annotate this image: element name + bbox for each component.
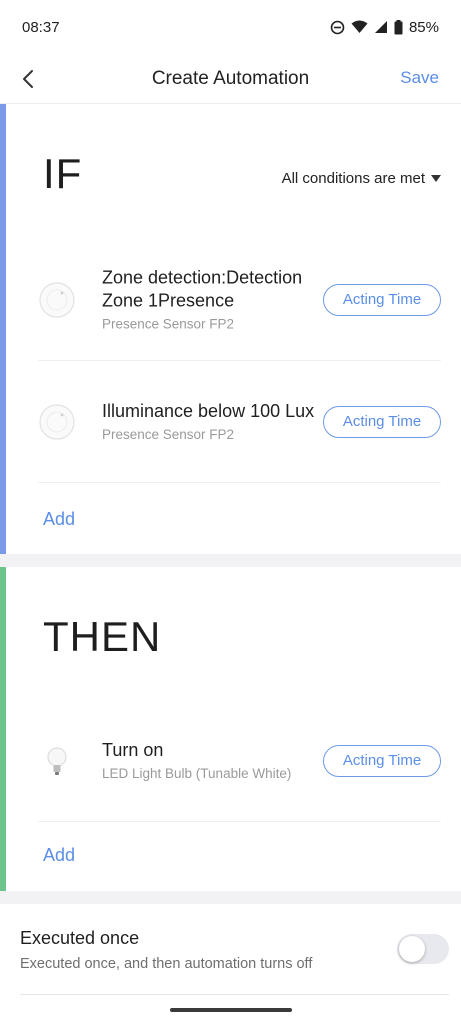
condition-title: Illuminance below 100 Lux	[102, 400, 315, 421]
action-device: LED Light Bulb (Tunable White)	[102, 765, 292, 781]
executed-once-toggle[interactable]	[397, 934, 449, 964]
add-condition-button[interactable]: Add	[43, 509, 75, 530]
chevron-left-icon	[16, 70, 42, 96]
if-condition-row[interactable]: Illuminance below 100 Lux Presence Senso…	[38, 361, 441, 483]
add-action-button[interactable]: Add	[43, 845, 75, 866]
acting-time-button[interactable]: Acting Time	[323, 405, 441, 438]
save-button[interactable]: Save	[400, 68, 439, 88]
then-accent-bar	[0, 567, 6, 891]
executed-once-description: Executed once, and then automation turns…	[20, 956, 313, 972]
home-indicator[interactable]	[170, 1008, 292, 1012]
if-condition-row[interactable]: Zone detection:Detection Zone 1Presence …	[38, 239, 441, 361]
action-text: Turn on LED Light Bulb (Tunable White)	[102, 739, 324, 783]
status-bar: 08:37 85%	[0, 0, 461, 54]
status-time: 08:37	[22, 18, 60, 36]
back-button[interactable]	[16, 66, 42, 92]
do-not-disturb-icon	[330, 20, 345, 35]
condition-device: Presence Sensor FP2	[102, 316, 235, 331]
presence-sensor-icon	[38, 403, 76, 441]
executed-once-section: Executed once Executed once, and then au…	[0, 904, 461, 1024]
condition-text: Zone detection:Detection Zone 1Presence …	[102, 266, 324, 333]
toggle-knob	[399, 936, 425, 962]
acting-time-button[interactable]: Acting Time	[323, 283, 441, 316]
app-header: Create Automation Save	[0, 54, 461, 104]
if-accent-bar	[0, 104, 6, 554]
dropdown-arrow-icon	[431, 175, 441, 182]
battery-icon	[394, 19, 403, 35]
battery-percent: 85%	[408, 18, 439, 36]
then-section: THEN Turn on LED Light Bulb (Tunable Whi…	[0, 567, 461, 891]
signal-icon	[374, 20, 388, 34]
action-title: Turn on	[102, 739, 164, 760]
page-title: Create Automation	[151, 67, 310, 89]
condition-device: Presence Sensor FP2	[102, 426, 235, 442]
condition-mode-dropdown[interactable]: All conditions are met	[282, 170, 441, 187]
condition-text: Illuminance below 100 Lux Presence Senso…	[102, 400, 324, 444]
then-title: THEN	[43, 613, 162, 660]
condition-mode-label: All conditions are met	[281, 170, 425, 187]
status-icons: 85%	[330, 19, 439, 36]
acting-time-button[interactable]: Acting Time	[323, 744, 441, 777]
presence-sensor-icon	[38, 281, 76, 319]
light-bulb-icon	[38, 742, 76, 780]
condition-title: Zone detection:Detection Zone 1Presence	[102, 267, 303, 310]
divider	[20, 994, 449, 995]
if-title: IF	[43, 150, 83, 197]
executed-once-title: Executed once	[20, 928, 140, 948]
wifi-icon	[351, 20, 368, 34]
then-action-row[interactable]: Turn on LED Light Bulb (Tunable White) A…	[38, 700, 441, 822]
if-section: IF All conditions are met Zone detection…	[0, 104, 461, 554]
